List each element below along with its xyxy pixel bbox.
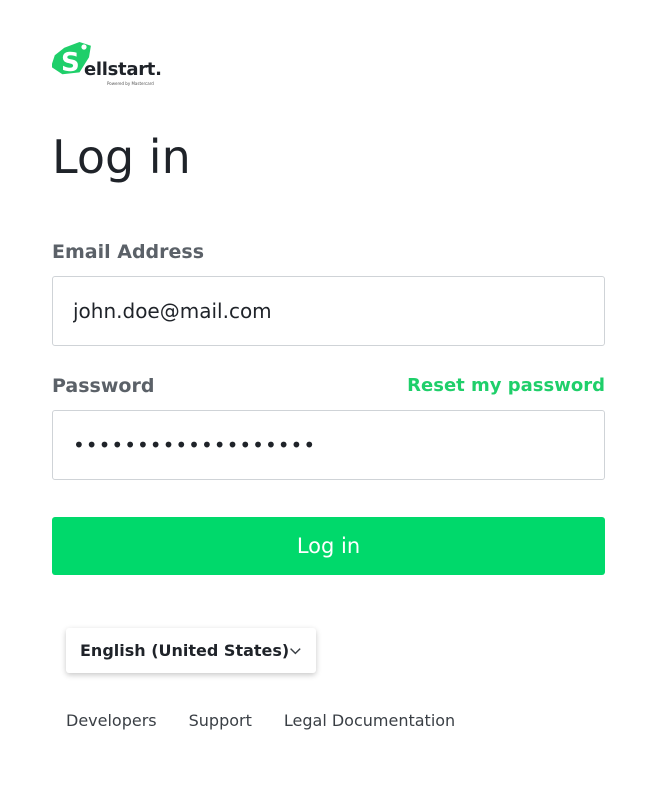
login-button[interactable]: Log in bbox=[52, 517, 605, 575]
password-field[interactable] bbox=[52, 410, 605, 480]
chevron-down-icon bbox=[290, 647, 301, 654]
password-label: Password bbox=[52, 375, 155, 397]
logo-subtext: Powered by Mastercard bbox=[107, 81, 154, 86]
sellstart-logo: S ellstart. Powered by Mastercard bbox=[52, 40, 172, 90]
logo-text: ellstart. bbox=[84, 59, 162, 80]
support-link[interactable]: Support bbox=[189, 710, 252, 732]
footer-links: Developers Support Legal Documentation bbox=[66, 710, 455, 732]
email-field[interactable] bbox=[52, 276, 605, 346]
page-title: Log in bbox=[52, 130, 191, 184]
language-selected-label: English (United States) bbox=[80, 641, 290, 660]
reset-password-link[interactable]: Reset my password bbox=[407, 374, 605, 398]
email-label: Email Address bbox=[52, 241, 205, 263]
login-page: S ellstart. Powered by Mastercard Log in… bbox=[0, 0, 656, 800]
language-select[interactable]: English (United States) bbox=[66, 628, 316, 673]
legal-documentation-link[interactable]: Legal Documentation bbox=[284, 710, 455, 732]
developers-link[interactable]: Developers bbox=[66, 710, 157, 732]
svg-text:S: S bbox=[61, 48, 80, 78]
